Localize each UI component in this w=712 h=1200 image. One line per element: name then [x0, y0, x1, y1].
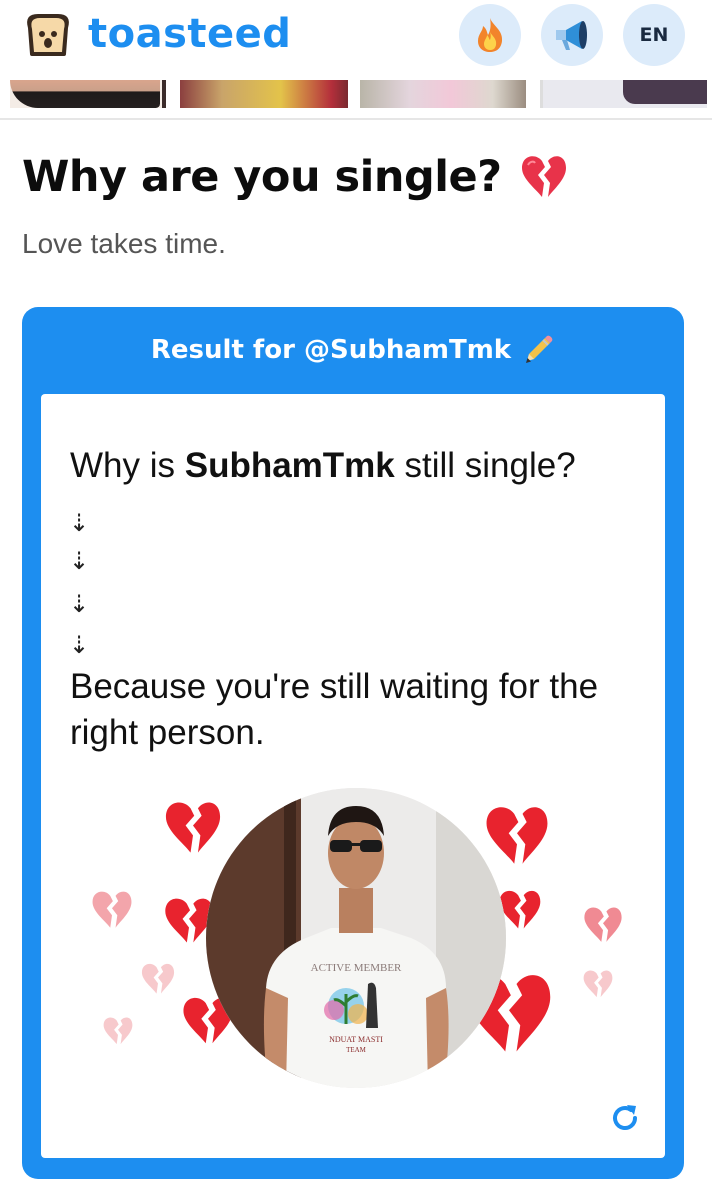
- down-arrow-icon: ⇣: [69, 510, 90, 537]
- person-illustration: ACTIVE MEMBER NDUAT MASTI TEAM: [206, 788, 506, 1088]
- broken-heart-icon: [165, 802, 221, 853]
- broken-heart-icon: [103, 1017, 133, 1045]
- page-title: Why are you single?: [22, 152, 502, 202]
- brand-logo[interactable]: toasteed: [22, 10, 291, 58]
- brand-name: toasteed: [88, 11, 292, 57]
- language-button[interactable]: EN: [623, 4, 685, 66]
- down-arrow-icon: ⇣: [69, 548, 90, 575]
- question-suffix: still single?: [394, 446, 576, 485]
- broken-heart-icon: [92, 891, 132, 928]
- related-thumbnails: [0, 80, 712, 112]
- result-question: Why is SubhamTmk still single?: [70, 446, 576, 486]
- trending-button[interactable]: [459, 4, 521, 66]
- broken-heart-icon: [141, 963, 175, 994]
- shirt-text-2: NDUAT MASTI: [329, 1035, 383, 1044]
- divider: [0, 118, 712, 120]
- result-card: Result for @SubhamTmk Why is SubhamTmk s…: [22, 307, 684, 1179]
- refresh-icon[interactable]: [607, 1100, 643, 1136]
- thumbnail-2[interactable]: [180, 80, 348, 108]
- pencil-icon[interactable]: [521, 333, 555, 367]
- down-arrow-icon: ⇣: [69, 632, 90, 659]
- top-bar: toasteed EN: [0, 0, 712, 80]
- thumbnail-1[interactable]: [10, 80, 166, 108]
- broken-heart-icon: [583, 970, 613, 998]
- result-header: Result for @SubhamTmk: [22, 333, 684, 367]
- profile-photo: ACTIVE MEMBER NDUAT MASTI TEAM: [206, 788, 506, 1088]
- result-content: Why is SubhamTmk still single? ⇣ ⇣ ⇣ ⇣ B…: [41, 394, 665, 1158]
- megaphone-icon: [556, 21, 587, 50]
- thumbnail-4[interactable]: [540, 80, 707, 108]
- page-subtitle: Love takes time.: [22, 228, 226, 259]
- announcements-button[interactable]: [541, 4, 603, 66]
- result-answer: Because you're still waiting for the rig…: [70, 667, 599, 752]
- fire-icon: [478, 18, 503, 52]
- toast-logo-icon: [27, 14, 69, 56]
- question-username: SubhamTmk: [184, 446, 395, 485]
- title-row: Why are you single?: [22, 152, 570, 202]
- shirt-text-3: TEAM: [346, 1046, 367, 1054]
- question-prefix: Why is: [70, 446, 185, 485]
- thumbnail-3[interactable]: [360, 80, 526, 108]
- down-arrow-icon: ⇣: [69, 591, 90, 618]
- broken-heart-icon: [486, 807, 548, 864]
- broken-heart-icon: [521, 156, 566, 197]
- broken-heart-icon: [584, 907, 622, 942]
- result-header-text: Result for @SubhamTmk: [150, 335, 512, 365]
- shirt-text-1: ACTIVE MEMBER: [311, 962, 402, 974]
